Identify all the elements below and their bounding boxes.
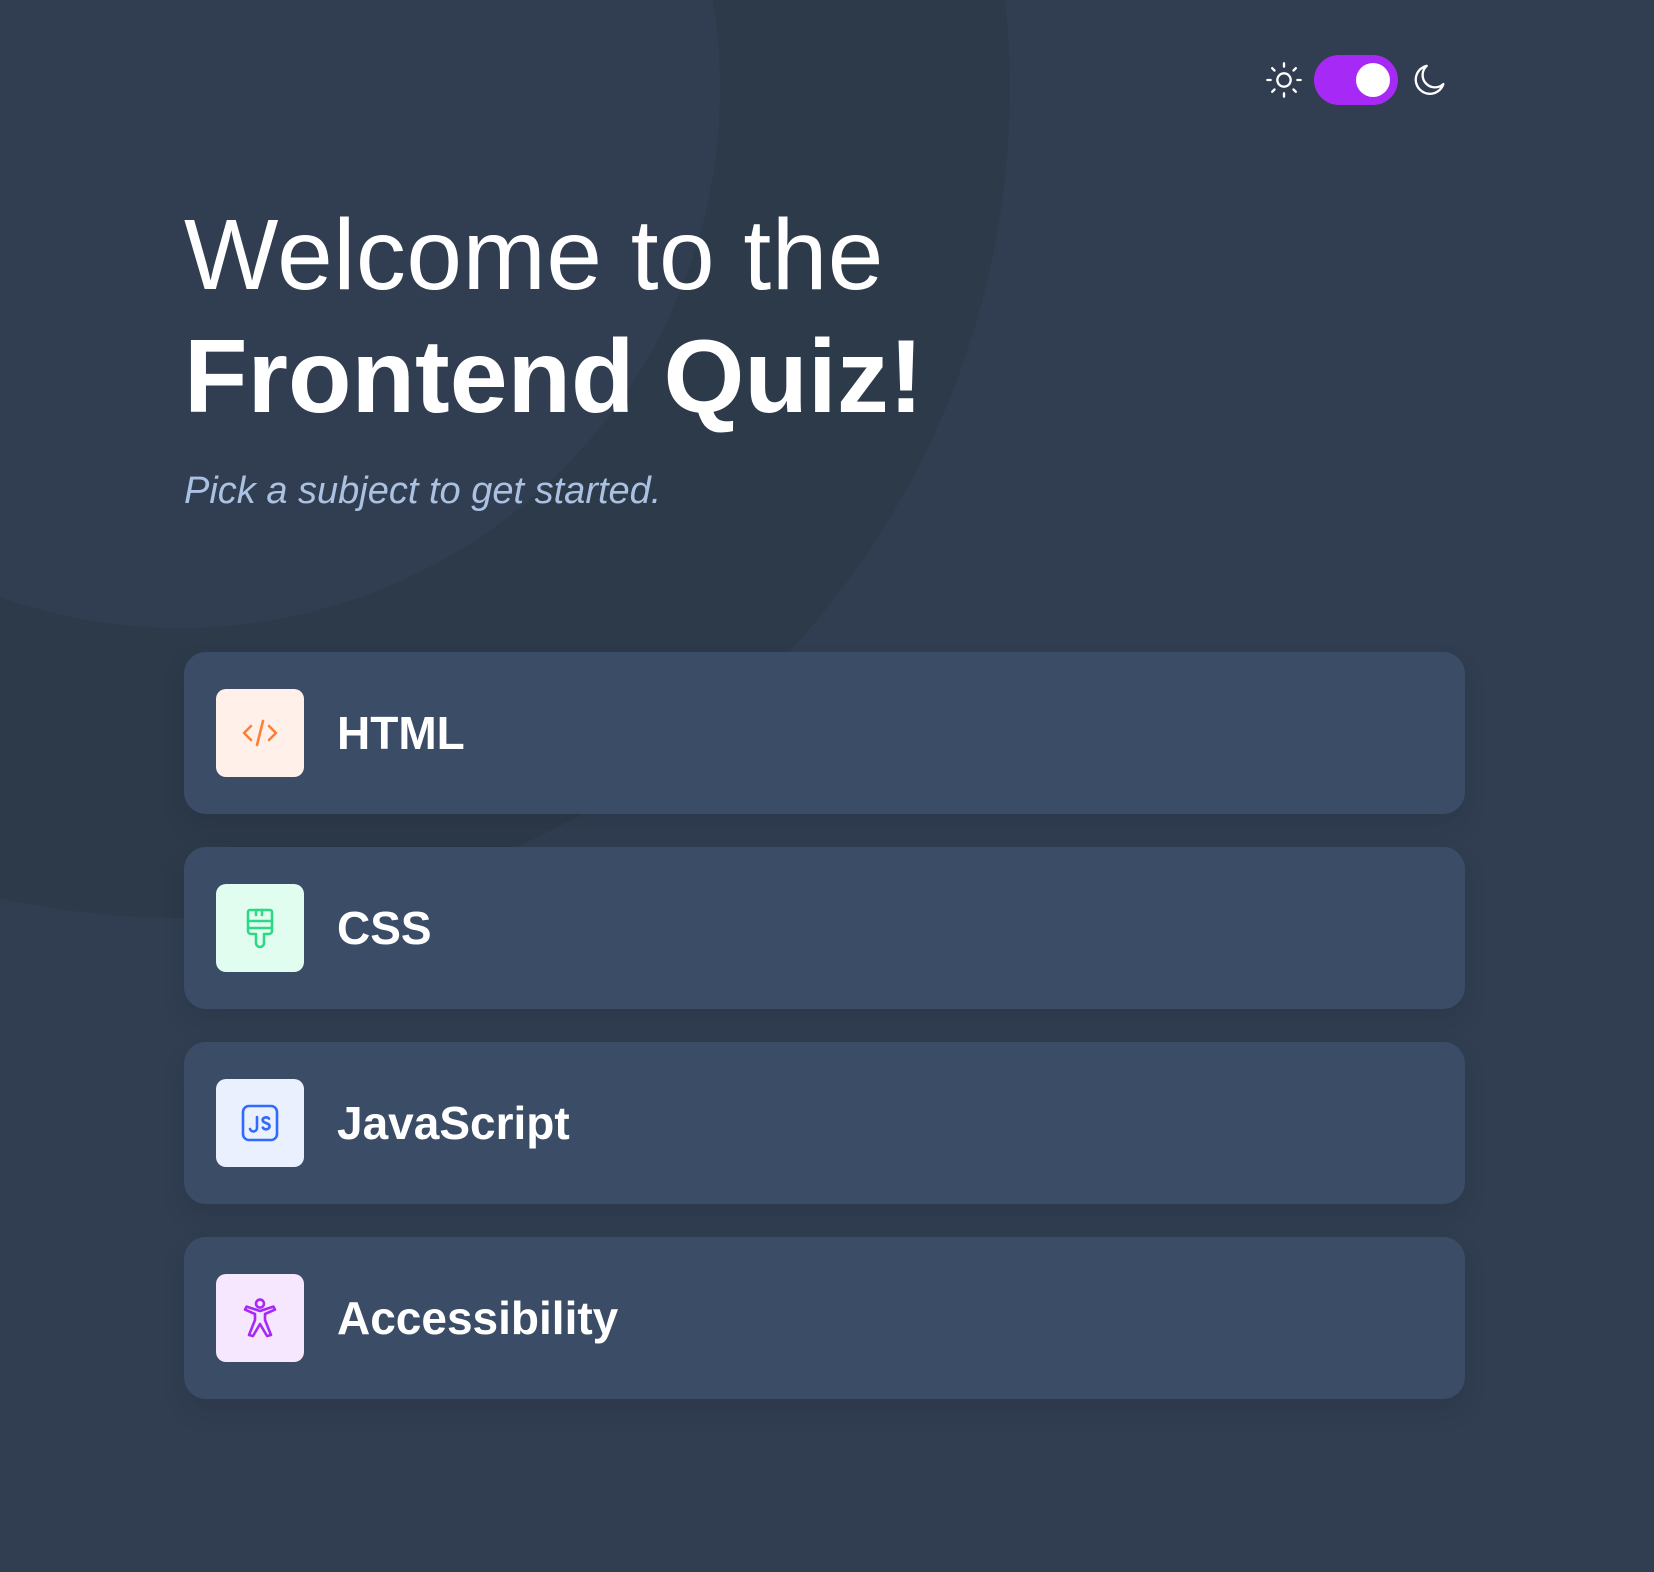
subject-label: Accessibility [337,1292,619,1344]
subject-label: JavaScript [337,1097,570,1149]
subject-label: CSS [337,902,432,954]
subtitle: Pick a subject to get started. [184,470,662,512]
subject-javascript-button[interactable]: JavaScript [184,1042,1465,1204]
heading-line-1: Welcome to the [184,199,884,311]
welcome-heading: Welcome to the Frontend Quiz! [184,196,923,440]
paintbrush-icon [216,884,304,972]
sun-icon [1264,60,1304,100]
moon-icon [1410,60,1450,100]
subject-html-button[interactable]: HTML [184,652,1465,814]
subject-list: HTML CSS JavaScript Accessibility [184,652,1465,1432]
subject-css-button[interactable]: CSS [184,847,1465,1009]
switch-knob [1356,63,1390,97]
theme-toggle [1264,52,1464,108]
subject-label: HTML [337,707,465,759]
subject-accessibility-button[interactable]: Accessibility [184,1237,1465,1399]
accessibility-icon [216,1274,304,1362]
html-code-icon [216,689,304,777]
heading-line-2: Frontend Quiz! [184,319,924,435]
dark-mode-switch[interactable] [1314,55,1398,105]
javascript-icon [216,1079,304,1167]
